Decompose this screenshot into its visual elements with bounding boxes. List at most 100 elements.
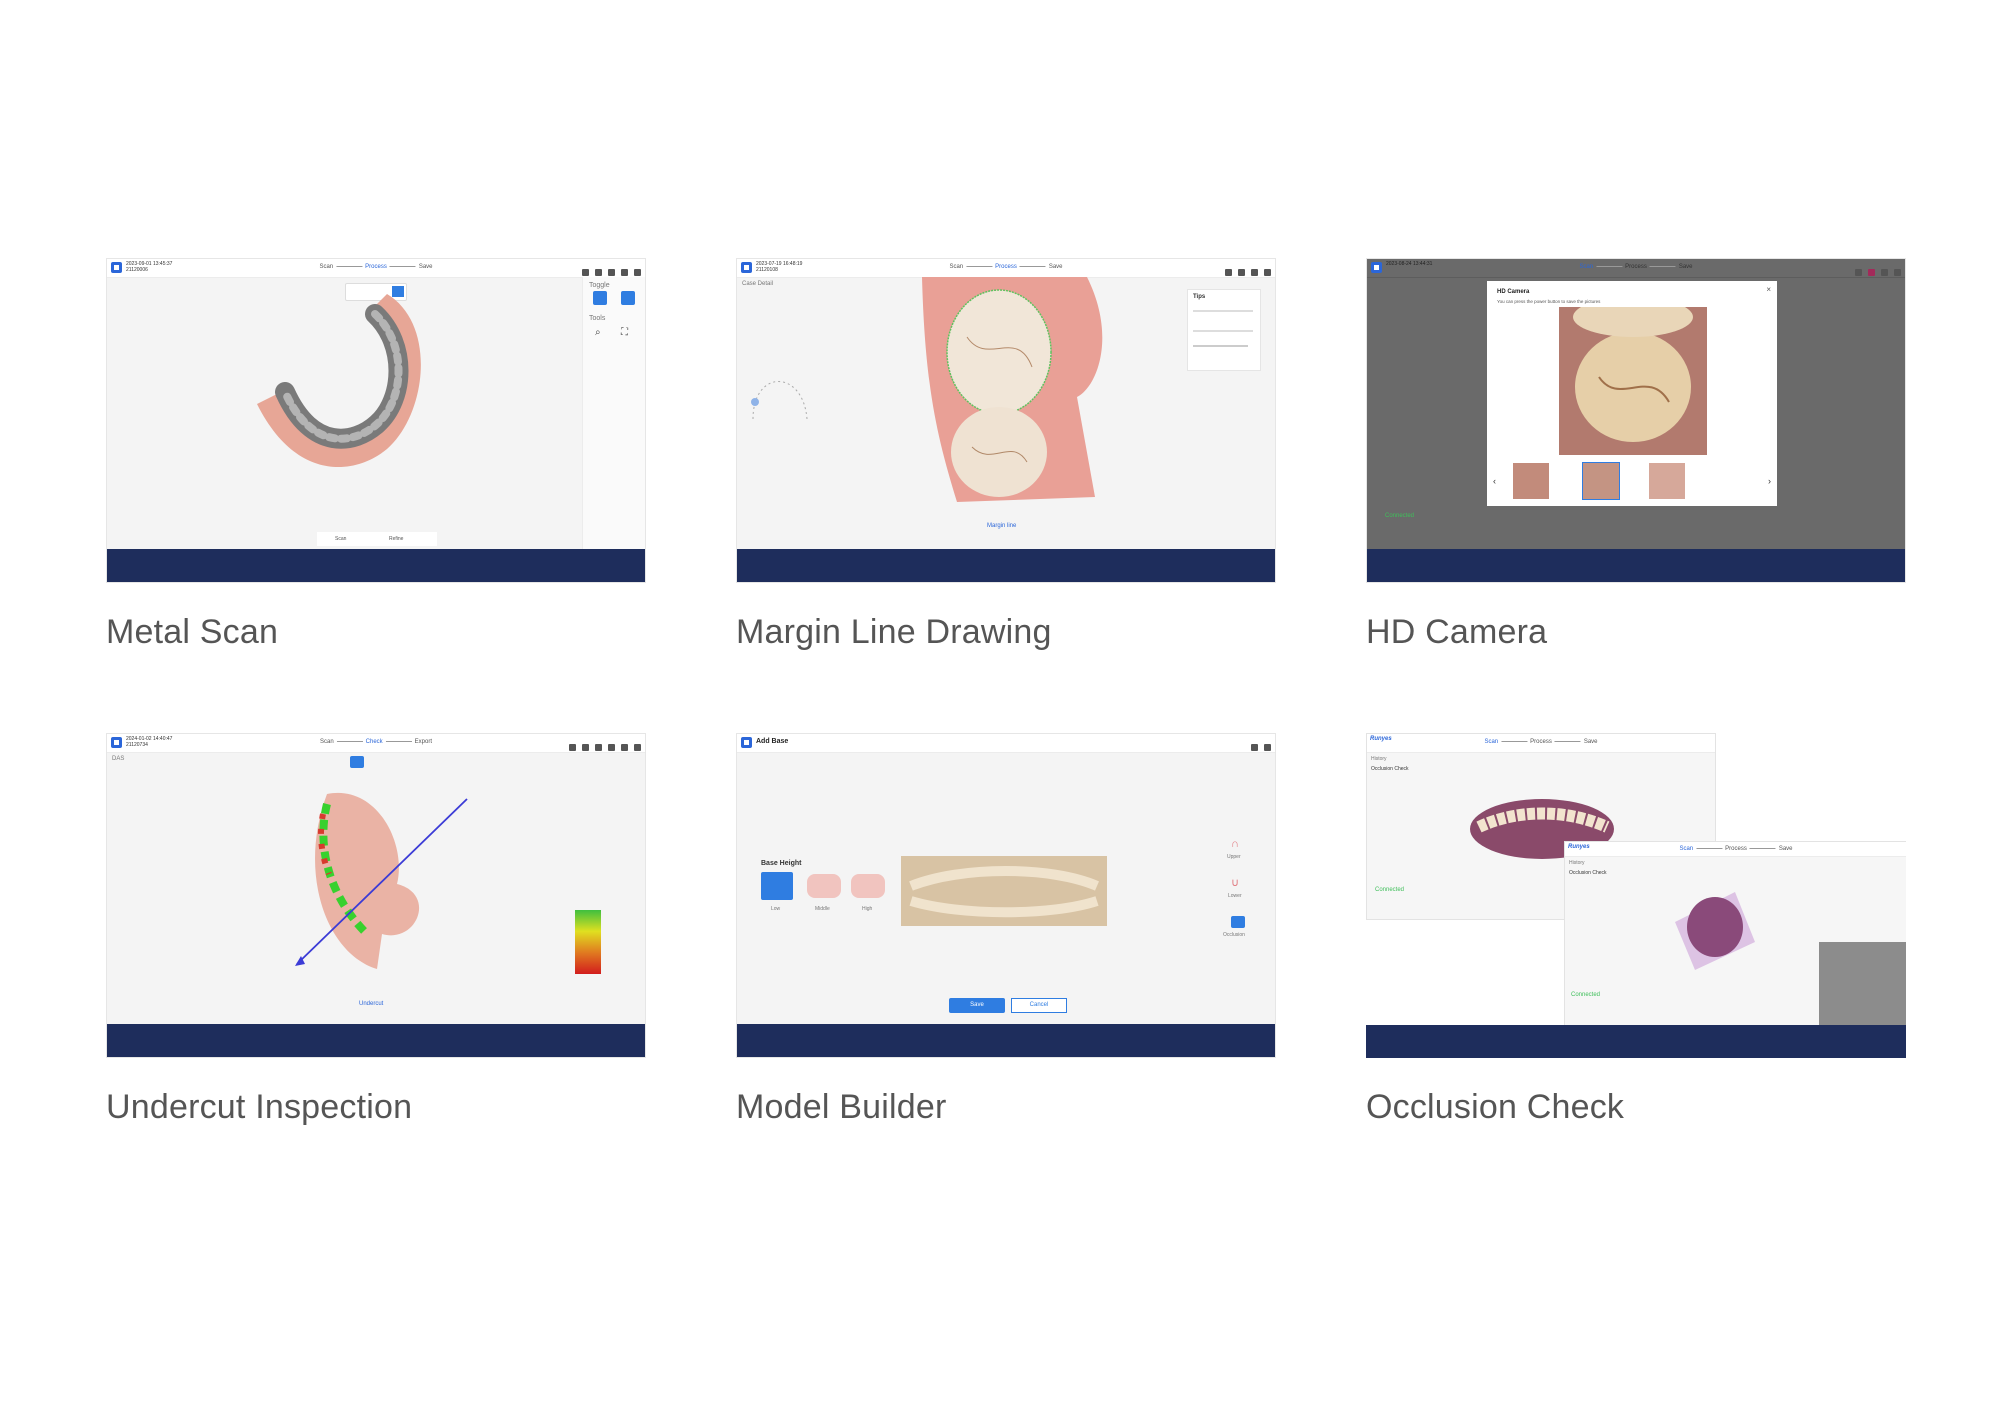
image-icon[interactable]: [582, 744, 589, 751]
save-button[interactable]: Save: [949, 998, 1005, 1013]
minimize-icon[interactable]: [1251, 269, 1258, 276]
step-scan[interactable]: Scan: [319, 264, 333, 270]
upper-jaw-icon[interactable]: ∩: [1231, 838, 1239, 850]
thumbnail-3[interactable]: [1649, 463, 1685, 499]
step-save[interactable]: Save: [1779, 846, 1793, 852]
step-check[interactable]: Check: [366, 739, 383, 745]
step-process[interactable]: Process: [1530, 739, 1552, 745]
camera-icon[interactable]: [1225, 269, 1232, 276]
step-save[interactable]: Save: [1584, 739, 1598, 745]
close-icon[interactable]: [1264, 744, 1271, 751]
card-caption: Model Builder: [736, 1088, 947, 1126]
step-process[interactable]: Process: [1725, 846, 1747, 852]
fullscreen-icon[interactable]: ⛶: [621, 327, 628, 338]
base-high-label: High: [862, 906, 873, 912]
thumbnail-2[interactable]: [1582, 462, 1620, 500]
gear-icon[interactable]: [608, 269, 615, 276]
next-arrow-icon[interactable]: ›: [1768, 476, 1771, 486]
close-icon[interactable]: [634, 744, 641, 751]
view-mode-active[interactable]: [350, 756, 364, 768]
occlusion-check-label: Occlusion Check: [1371, 766, 1409, 772]
feature-card-margin-line[interactable]: 2023-07-19 16:48:19 21120108 Scan Process S…: [736, 258, 1276, 652]
footer-band: [737, 549, 1275, 582]
step-scan[interactable]: Scan: [1679, 846, 1693, 852]
undercut-model: [295, 792, 468, 969]
refine-button[interactable]: Refine: [389, 536, 403, 542]
smooth-toggle[interactable]: [621, 291, 635, 305]
dialog-title: HD Camera: [1497, 289, 1530, 295]
bottom-action-bar: Scan Refine: [317, 532, 437, 546]
cancel-button[interactable]: Cancel: [1011, 998, 1067, 1013]
session-id: 21120108: [756, 267, 778, 273]
card-caption: HD Camera: [1366, 613, 1548, 651]
camera-icon[interactable]: [1855, 269, 1862, 276]
step-save[interactable]: Save: [1049, 264, 1063, 270]
minimize-icon[interactable]: [621, 744, 628, 751]
thumbnail-1[interactable]: [1513, 463, 1549, 499]
step-process[interactable]: Process: [365, 264, 387, 270]
step-save[interactable]: Save: [1679, 264, 1693, 270]
minimize-icon[interactable]: [621, 269, 628, 276]
occlusion-label: Occlusion: [1223, 932, 1245, 938]
tools-label: Tools: [589, 315, 606, 322]
lower-jaw-icon[interactable]: ∪: [1231, 876, 1239, 889]
app-logo: [741, 262, 752, 273]
session-title: 2023-08-24 13:44:31: [1386, 261, 1433, 267]
camera-icon[interactable]: [569, 744, 576, 751]
card-caption: Occlusion Check: [1366, 1088, 1625, 1126]
feature-card-occlusion[interactable]: Runyes Scan Process Save History Occlusion…: [1366, 733, 1906, 1127]
close-icon[interactable]: [1264, 269, 1271, 276]
search-icon[interactable]: ⌕: [595, 327, 601, 338]
margin-line-tool[interactable]: Margin line: [987, 523, 1016, 529]
base-high-option[interactable]: [851, 874, 885, 898]
step-export[interactable]: Export: [415, 739, 432, 745]
metal-jaw-model: [257, 294, 421, 468]
step-process[interactable]: Process: [995, 264, 1017, 270]
feature-card-hd-camera[interactable]: 2023-08-24 13:44:31 Scan Process Save HD C…: [1366, 258, 1906, 652]
camera-icon[interactable]: [582, 269, 589, 276]
close-icon[interactable]: ×: [1766, 285, 1771, 294]
app-toolbar: 2024-01-02 14:40:47 21120734 Scan Check Exp…: [107, 734, 645, 753]
case-detail-label: Case Detail: [742, 281, 774, 287]
workflow-steps: Scan Process Save: [949, 264, 1062, 270]
step-scan[interactable]: Scan: [1484, 739, 1498, 745]
minimize-icon[interactable]: [1881, 269, 1888, 276]
footer-band: [107, 1024, 645, 1057]
footer-band: [1367, 549, 1905, 582]
feature-card-undercut[interactable]: 2024-01-02 14:40:47 21120734 Scan Check Exp…: [106, 733, 646, 1127]
history-label: History: [1569, 860, 1585, 866]
help-icon[interactable]: [595, 744, 602, 751]
undercut-tool[interactable]: Undercut: [359, 1001, 383, 1007]
step-scan[interactable]: Scan: [320, 739, 334, 745]
base-middle-option[interactable]: [807, 874, 841, 898]
close-icon[interactable]: [634, 269, 641, 276]
gear-icon[interactable]: [608, 744, 615, 751]
image-icon[interactable]: [1238, 269, 1245, 276]
occlusion-view-icon[interactable]: [1231, 916, 1245, 928]
footer-band: [737, 1024, 1275, 1057]
scan-button[interactable]: Scan: [335, 536, 346, 542]
step-process[interactable]: Process: [1625, 264, 1647, 270]
card-caption: Undercut Inspection: [106, 1088, 413, 1126]
step-scan[interactable]: Scan: [1579, 264, 1593, 270]
tool-panel: Toggle Tools ⌕ ⛶: [582, 277, 645, 549]
feature-card-metal-scan[interactable]: 2023-09-01 13:45:37 21120006 Scan Process S…: [106, 258, 646, 652]
true-color-toggle[interactable]: [593, 291, 607, 305]
base-low-option[interactable]: [761, 872, 793, 900]
prev-arrow-icon[interactable]: ‹: [1493, 476, 1496, 486]
close-icon[interactable]: [1894, 269, 1901, 276]
dialog-header: Add Base: [737, 734, 1275, 753]
camera-preview: [1559, 297, 1707, 455]
record-icon[interactable]: [1868, 269, 1875, 276]
app-toolbar: 2023-08-24 13:44:31 Scan Process Save: [1367, 259, 1905, 278]
minimize-icon[interactable]: [1251, 744, 1258, 751]
screenshot-hd-camera: 2023-08-24 13:44:31 Scan Process Save HD C…: [1366, 258, 1906, 583]
window-controls: [1849, 263, 1901, 281]
step-scan[interactable]: Scan: [949, 264, 963, 270]
workflow-steps: Scan Check Export: [320, 739, 432, 745]
image-icon[interactable]: [595, 269, 602, 276]
screenshot-occlusion: Runyes Scan Process Save History Occlusion…: [1366, 733, 1906, 1058]
step-save[interactable]: Save: [419, 264, 433, 270]
feature-card-model-builder[interactable]: Add Base Base Height Low Middle High ∩ U…: [736, 733, 1276, 1127]
window-controls: [563, 738, 641, 756]
